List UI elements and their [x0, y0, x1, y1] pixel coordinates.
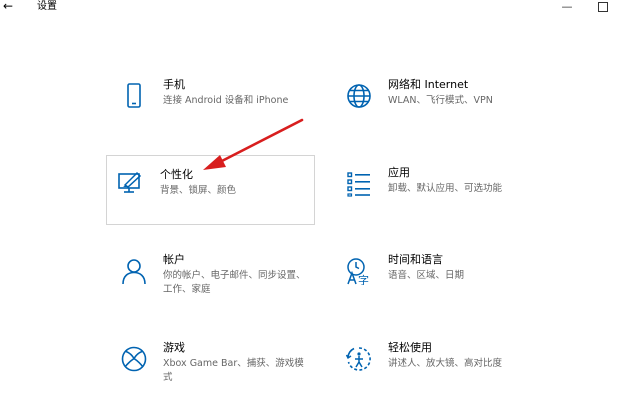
personalization-icon — [117, 168, 145, 196]
tile-description: 卸载、默认应用、可选功能 — [388, 183, 503, 194]
minimize-icon: — — [561, 0, 573, 13]
settings-tile-network[interactable]: 网络和 Internet WLAN、飞行模式、VPN — [335, 78, 541, 146]
tile-label: 个性化 — [160, 168, 193, 181]
settings-tile-personalization[interactable]: 个性化 背景、锁屏、颜色 — [106, 155, 315, 225]
settings-tile-phone[interactable]: 手机 连接 Android 设备和 iPhone — [110, 78, 316, 146]
window-title: 设置 — [37, 1, 57, 12]
svg-text:字: 字 — [358, 273, 369, 285]
phone-icon — [120, 82, 148, 110]
time-language-icon: 字 — [345, 257, 373, 285]
tile-description: 连接 Android 设备和 iPhone — [163, 95, 289, 106]
tile-description: WLAN、飞行模式、VPN — [388, 95, 493, 106]
title-bar: ← 设置 — — [0, 0, 636, 16]
globe-icon — [345, 82, 373, 110]
tile-description: 你的帐户、电子邮件、同步设置、工作、家庭 — [163, 270, 306, 295]
tile-label: 手机 — [163, 78, 185, 91]
maximize-icon — [598, 2, 608, 12]
maximize-button[interactable] — [595, 0, 611, 14]
tile-description: Xbox Game Bar、捕获、游戏模式 — [163, 358, 304, 383]
back-arrow-icon: ← — [2, 0, 14, 13]
ease-of-access-icon — [345, 345, 373, 373]
xbox-icon — [120, 345, 148, 373]
person-icon — [120, 257, 148, 285]
settings-tile-time-language[interactable]: 字 时间和语言 语音、区域、日期 — [335, 253, 541, 321]
minimize-button[interactable]: — — [559, 0, 575, 14]
tile-label: 轻松使用 — [388, 341, 432, 354]
tile-description: 背景、锁屏、颜色 — [160, 185, 237, 196]
settings-tile-accounts[interactable]: 帐户 你的帐户、电子邮件、同步设置、工作、家庭 — [110, 253, 316, 321]
tile-label: 游戏 — [163, 341, 185, 354]
tile-label: 网络和 Internet — [388, 78, 469, 91]
settings-tile-ease-of-access[interactable]: 轻松使用 讲述人、放大镜、高对比度 — [335, 341, 541, 409]
settings-tile-apps[interactable]: 应用 卸载、默认应用、可选功能 — [335, 166, 541, 234]
tile-description: 讲述人、放大镜、高对比度 — [388, 358, 503, 369]
apps-list-icon — [345, 170, 373, 198]
tile-label: 帐户 — [163, 253, 185, 266]
tile-label: 应用 — [388, 166, 410, 179]
back-button[interactable]: ← — [1, 0, 15, 14]
tile-description: 语音、区域、日期 — [388, 270, 465, 281]
tile-label: 时间和语言 — [388, 253, 443, 266]
settings-tile-gaming[interactable]: 游戏 Xbox Game Bar、捕获、游戏模式 — [110, 341, 316, 409]
